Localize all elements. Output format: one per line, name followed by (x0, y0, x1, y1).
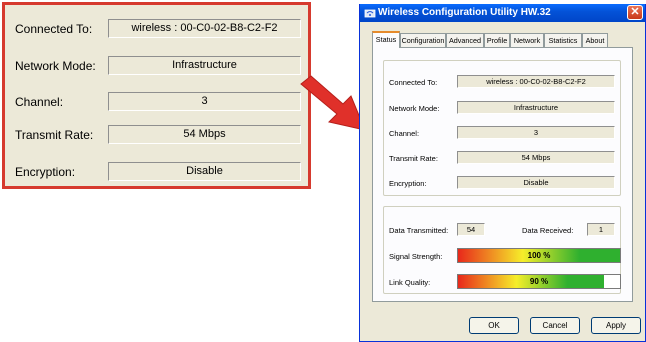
tab-network[interactable]: Network (510, 33, 544, 47)
zoom-row-channel: Channel: 3 (5, 92, 308, 114)
label-encryption: Encryption: (389, 179, 427, 188)
zoom-row-encryption: Encryption: Disable (5, 162, 308, 184)
zoomed-status-callout: Connected To: wireless : 00-C0-02-B8-C2-… (2, 2, 311, 189)
label-network-mode: Network Mode: (389, 104, 440, 113)
label-channel: Channel: (389, 129, 420, 138)
label-signal-strength: Signal Strength: (389, 252, 443, 261)
apply-button[interactable]: Apply (591, 317, 641, 334)
label-data-transmitted: Data Transmitted: (389, 226, 449, 235)
close-button[interactable]: ✕ (627, 5, 643, 20)
tab-status[interactable]: Status (372, 31, 400, 48)
value-encryption: Disable (457, 176, 615, 189)
wireless-icon (364, 9, 376, 18)
zoom-value-connected-to: wireless : 00-C0-02-B8-C2-F2 (108, 19, 301, 38)
wireless-config-window: Wireless Configuration Utility HW.32 ✕ S… (359, 4, 646, 342)
signal-strength-text: 100 % (527, 251, 551, 260)
label-connected-to: Connected To: (389, 78, 438, 87)
zoom-value-transmit-rate: 54 Mbps (108, 125, 301, 144)
zoom-row-connected-to: Connected To: wireless : 00-C0-02-B8-C2-… (5, 19, 308, 41)
zoom-row-network-mode: Network Mode: Infrastructure (5, 56, 308, 78)
value-network-mode: Infrastructure (457, 101, 615, 114)
zoom-label-encryption: Encryption: (15, 165, 76, 179)
zoom-label-connected-to: Connected To: (15, 22, 93, 36)
tab-profile[interactable]: Profile (484, 33, 510, 47)
zoom-value-encryption: Disable (108, 162, 301, 181)
cancel-button[interactable]: Cancel (530, 317, 580, 334)
label-transmit-rate: Transmit Rate: (389, 154, 438, 163)
tab-about[interactable]: About (582, 33, 608, 47)
zoom-value-network-mode: Infrastructure (108, 56, 301, 75)
window-title: Wireless Configuration Utility HW.32 (378, 7, 551, 18)
value-connected-to: wireless : 00-C0-02-B8-C2-F2 (457, 75, 615, 88)
value-channel: 3 (457, 126, 615, 139)
label-link-quality: Link Quality: (389, 278, 431, 287)
title-bar[interactable]: Wireless Configuration Utility HW.32 ✕ (360, 4, 645, 22)
tab-advanced[interactable]: Advanced (446, 33, 484, 47)
close-icon: ✕ (630, 6, 640, 18)
status-tab-page: Connected To: wireless : 00-C0-02-B8-C2-… (372, 47, 633, 302)
zoom-label-transmit-rate: Transmit Rate: (15, 128, 94, 142)
label-data-received: Data Received: (522, 226, 574, 235)
zoom-label-network-mode: Network Mode: (15, 59, 96, 73)
connection-info-group: Connected To: wireless : 00-C0-02-B8-C2-… (383, 60, 621, 196)
zoom-value-channel: 3 (108, 92, 301, 111)
zoom-label-channel: Channel: (15, 95, 64, 109)
tab-statistics[interactable]: Statistics (544, 33, 582, 47)
tab-configuration[interactable]: Configuration (400, 33, 446, 47)
value-transmit-rate: 54 Mbps (457, 151, 615, 164)
link-quality-text: 90 % (529, 277, 549, 286)
signal-traffic-group: Data Transmitted: 54 Data Received: 1 Si… (383, 206, 621, 294)
link-quality-bar: 90 % (457, 274, 621, 289)
value-data-transmitted: 54 (457, 223, 485, 236)
value-data-received: 1 (587, 223, 615, 236)
signal-strength-bar: 100 % (457, 248, 621, 263)
zoom-row-transmit-rate: Transmit Rate: 54 Mbps (5, 125, 308, 147)
ok-button[interactable]: OK (469, 317, 519, 334)
